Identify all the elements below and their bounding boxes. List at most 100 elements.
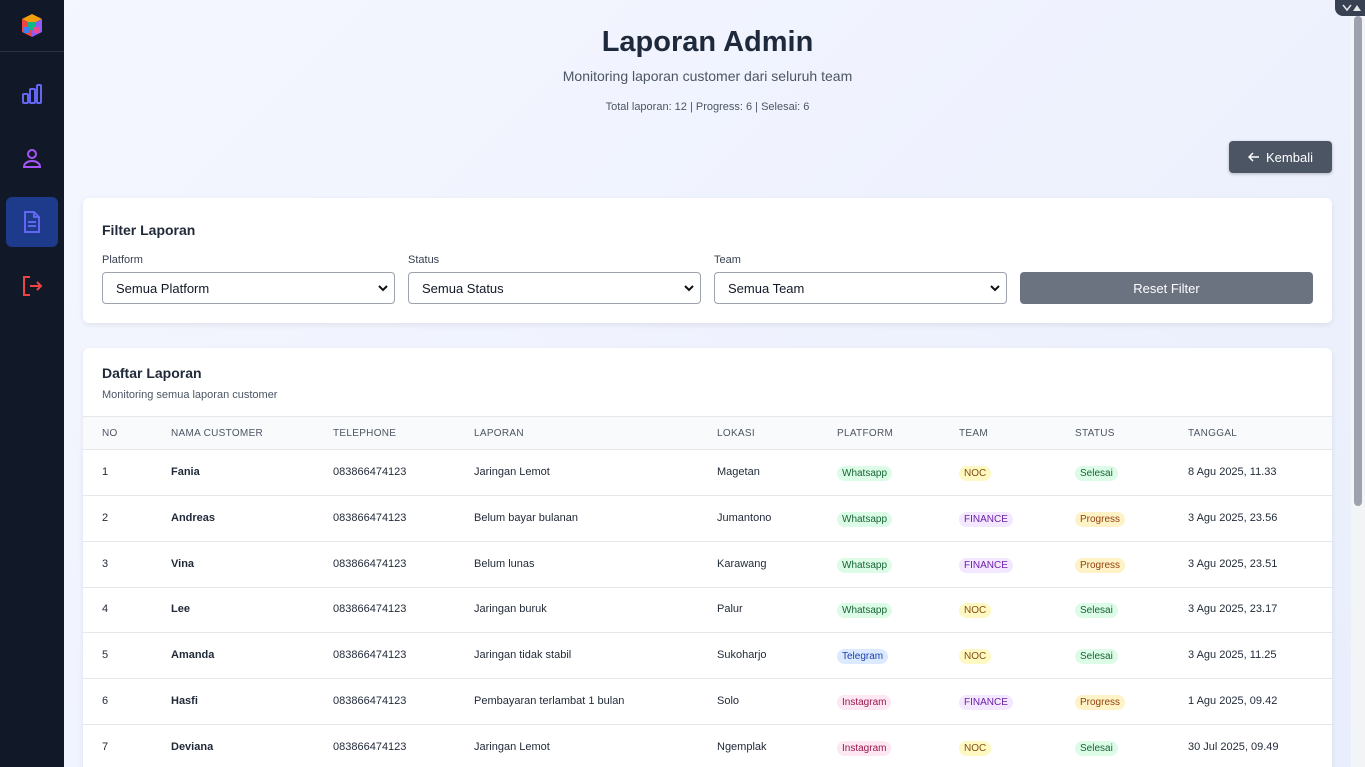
- cell-report: Jaringan Lemot: [474, 740, 550, 753]
- col-team: TEAM: [959, 428, 988, 439]
- cell-customer-name: Vina: [171, 557, 195, 570]
- team-select[interactable]: Semua Team: [714, 272, 1007, 304]
- table-row[interactable]: 7 Deviana 083866474123 Jaringan Lemot Ngempl…: [83, 725, 1332, 767]
- col-no: NO: [102, 428, 118, 439]
- cell-no: 1: [102, 466, 109, 478]
- status-badge: Selesai: [1075, 466, 1118, 481]
- platform-select[interactable]: Semua Platform: [102, 272, 395, 304]
- table-header: NO NAMA CUSTOMER TELEPHONE LAPORAN LOKAS…: [83, 416, 1332, 450]
- cell-report: Belum lunas: [474, 557, 535, 570]
- nav-reports[interactable]: [6, 197, 58, 247]
- cube-logo-icon: [22, 13, 42, 37]
- table-row[interactable]: 3 Vina 083866474123 Belum lunas Karawang What…: [83, 542, 1332, 588]
- cell-customer-name: Fania: [171, 466, 200, 478]
- col-phone: TELEPHONE: [333, 428, 397, 439]
- team-badge: NOC: [959, 649, 992, 665]
- cell-no: 7: [102, 740, 109, 753]
- platform-select-value: Semua Platform: [116, 280, 210, 296]
- nav-dashboard[interactable]: [6, 69, 58, 119]
- cell-telephone: 083866474123: [333, 603, 407, 616]
- cell-customer-name: Amanda: [171, 649, 215, 662]
- team-badge: FINANCE: [959, 695, 1013, 710]
- col-name: NAMA CUSTOMER: [171, 428, 264, 439]
- cell-no: 2: [102, 511, 109, 524]
- table-row[interactable]: 6 Hasfi 083866474123 Pembayaran terlambat 1…: [83, 679, 1332, 725]
- status-label: Status: [408, 254, 440, 266]
- cell-location: Solo: [717, 695, 740, 707]
- cell-report: Pembayaran terlambat 1 bulan: [474, 695, 625, 707]
- status-select[interactable]: Semua Status: [408, 272, 701, 304]
- cell-no: 6: [102, 695, 109, 707]
- table-row[interactable]: 5 Amanda 083866474123 Jaringan tidak stabil…: [83, 633, 1332, 680]
- col-platform: PLATFORM: [837, 428, 894, 439]
- sidebar: [0, 0, 64, 767]
- team-badge: NOC: [959, 603, 992, 619]
- reset-filter-button[interactable]: Reset Filter: [1020, 272, 1313, 304]
- chevron-down-icon: [378, 285, 388, 292]
- cell-customer-name: Deviana: [171, 740, 214, 753]
- team-label: Team: [714, 254, 741, 266]
- cell-location: Magetan: [717, 466, 760, 478]
- chevron-down-icon: [684, 285, 694, 292]
- arrow-left-icon: [1248, 152, 1260, 162]
- cell-no: 3: [102, 557, 109, 570]
- cell-report: Jaringan tidak stabil: [474, 649, 572, 662]
- document-icon: [24, 211, 40, 233]
- status-select-value: Semua Status: [422, 280, 504, 296]
- cell-report: Jaringan Lemot: [474, 466, 550, 478]
- cell-date: 3 Agu 2025, 23.56: [1188, 511, 1278, 524]
- cell-report: Jaringan buruk: [474, 603, 547, 616]
- table-row[interactable]: 2 Andreas 083866474123 Belum bayar bulanan J…: [83, 496, 1332, 542]
- col-location: LOKASI: [717, 428, 755, 439]
- table-row[interactable]: 4 Lee 083866474123 Jaringan buruk Palur Whats…: [83, 587, 1332, 634]
- nav-logout[interactable]: [6, 261, 58, 311]
- platform-label: Platform: [102, 254, 143, 266]
- col-report: LAPORAN: [474, 428, 524, 439]
- cell-location: Karawang: [717, 557, 767, 570]
- cell-date: 1 Agu 2025, 09.42: [1188, 695, 1278, 707]
- cell-telephone: 083866474123: [333, 557, 407, 570]
- status-badge: Selesai: [1075, 649, 1118, 665]
- corner-widget[interactable]: [1335, 0, 1365, 16]
- cell-no: 4: [102, 603, 109, 616]
- page-subtitle: Monitoring laporan customer dari seluruh…: [562, 68, 853, 84]
- list-subtitle: Monitoring semua laporan customer: [102, 389, 278, 401]
- platform-badge: Whatsapp: [837, 511, 893, 527]
- col-status: STATUS: [1075, 428, 1115, 439]
- cell-location: Palur: [717, 603, 743, 616]
- team-select-value: Semua Team: [728, 280, 805, 296]
- back-button[interactable]: Kembali: [1229, 141, 1332, 173]
- scrollbar-thumb[interactable]: [1354, 16, 1362, 506]
- status-badge: Selesai: [1075, 603, 1118, 619]
- cell-customer-name: Andreas: [171, 511, 216, 524]
- page-scrollbar[interactable]: [1351, 0, 1365, 767]
- col-date: TANGGAL: [1188, 428, 1238, 439]
- report-stats: Total laporan: 12 | Progress: 6 | Selesa…: [605, 101, 810, 113]
- filter-card: Filter Laporan Platform Semua Platform S…: [83, 198, 1332, 323]
- bar-chart-icon: [22, 84, 42, 104]
- status-badge: Progress: [1075, 695, 1126, 710]
- logout-icon: [23, 276, 43, 296]
- team-badge: NOC: [959, 740, 992, 756]
- cell-location: Jumantono: [717, 511, 772, 524]
- team-badge: FINANCE: [959, 557, 1013, 573]
- platform-badge: Instagram: [837, 695, 892, 710]
- status-badge: Selesai: [1075, 740, 1118, 756]
- cell-telephone: 083866474123: [333, 695, 407, 707]
- nav-users[interactable]: [6, 133, 58, 183]
- user-icon: [22, 149, 42, 168]
- back-button-label: Kembali: [1266, 149, 1313, 165]
- chevron-down-icon: [990, 285, 1000, 292]
- main-content: Laporan Admin Monitoring laporan custome…: [64, 0, 1351, 767]
- cell-customer-name: Hasfi: [171, 695, 198, 707]
- cell-date: 8 Agu 2025, 11.33: [1188, 466, 1277, 478]
- cell-date: 3 Agu 2025, 11.25: [1188, 649, 1277, 662]
- cell-report: Belum bayar bulanan: [474, 511, 578, 524]
- cell-location: Sukoharjo: [717, 649, 767, 662]
- cell-telephone: 083866474123: [333, 740, 407, 753]
- table-row[interactable]: 1 Fania 083866474123 Jaringan Lemot Magetan W…: [83, 450, 1332, 496]
- cell-customer-name: Lee: [171, 603, 190, 616]
- cell-date: 30 Jul 2025, 09.49: [1188, 740, 1279, 753]
- app-logo[interactable]: [0, 0, 64, 52]
- status-badge: Progress: [1075, 557, 1126, 573]
